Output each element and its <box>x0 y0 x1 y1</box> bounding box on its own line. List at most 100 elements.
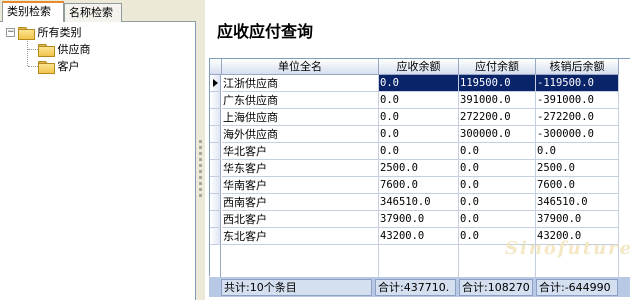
splitter-grip <box>199 158 202 161</box>
search-tabs: 类别检索 名称检索 <box>0 0 196 22</box>
cell-company[interactable]: 西北客户 <box>222 211 379 228</box>
table-row[interactable]: 华北客户 0.0 0.0 0.0 <box>222 143 630 160</box>
row-indicator[interactable] <box>210 109 221 126</box>
pane-splitter[interactable] <box>197 0 205 300</box>
splitter-grip <box>199 146 202 149</box>
folder-icon <box>38 61 55 74</box>
brand-watermark: Sinofuture <box>505 238 630 259</box>
cell-company[interactable]: 西南客户 <box>222 194 379 211</box>
row-indicator[interactable] <box>210 92 221 109</box>
receivable-total: 合计:437710. <box>375 279 456 296</box>
tab-category-search[interactable]: 类别检索 <box>2 1 64 22</box>
cell-payable[interactable]: 0.0 <box>459 177 536 194</box>
splitter-grip <box>199 188 202 191</box>
column-header-receivable[interactable]: 应收余额 <box>379 59 459 75</box>
cell-payable[interactable]: 300000.0 <box>459 126 536 143</box>
folder-icon <box>18 27 35 40</box>
table-row[interactable]: 江浙供应商 0.0 119500.0 -119500.0 <box>222 75 630 92</box>
cell-company[interactable]: 海外供应商 <box>222 126 379 143</box>
cell-balance[interactable]: -272200.0 <box>536 109 619 126</box>
current-row-arrow-icon <box>213 79 218 87</box>
tree-node-label: 供应商 <box>57 43 91 56</box>
cell-receivable[interactable]: 0.0 <box>379 143 459 160</box>
tree-line <box>28 49 38 50</box>
table-row[interactable]: 海外供应商 0.0 300000.0 -300000.0 <box>222 126 630 143</box>
row-indicator[interactable] <box>210 211 221 228</box>
cell-company[interactable]: 华东客户 <box>222 160 379 177</box>
row-indicator-filler <box>210 245 221 277</box>
tree-node-label: 所有类别 <box>37 26 82 39</box>
column-divider <box>378 245 379 277</box>
tree-node-customers[interactable]: 客户 <box>38 58 80 75</box>
cell-company[interactable]: 江浙供应商 <box>222 75 379 92</box>
cell-balance[interactable]: -300000.0 <box>536 126 619 143</box>
table-row[interactable]: 华南客户 7600.0 0.0 7600.0 <box>222 177 630 194</box>
cell-payable[interactable]: 0.0 <box>459 160 536 177</box>
row-indicator[interactable] <box>210 177 221 194</box>
table-row[interactable]: 广东供应商 0.0 391000.0 -391000.0 <box>222 92 630 109</box>
splitter-grip <box>199 194 202 197</box>
cell-company[interactable]: 上海供应商 <box>222 109 379 126</box>
row-indicator[interactable] <box>210 143 221 160</box>
cell-payable[interactable]: 391000.0 <box>459 92 536 109</box>
column-header-company[interactable]: 单位全名 <box>222 59 379 75</box>
cell-receivable[interactable]: 2500.0 <box>379 160 459 177</box>
cell-company[interactable]: 广东供应商 <box>222 92 379 109</box>
cell-receivable[interactable]: 7600.0 <box>379 177 459 194</box>
cell-payable[interactable]: 0.0 <box>459 211 536 228</box>
cell-balance[interactable]: 7600.0 <box>536 177 619 194</box>
tree-line <box>27 39 28 66</box>
cell-company[interactable]: 东北客户 <box>222 228 379 245</box>
column-header-payable[interactable]: 应付余额 <box>459 59 536 75</box>
summary-bar: 共计:10个条目 合计:437710. 合计:108270 合计:-644990 <box>209 277 630 297</box>
cell-balance[interactable]: 346510.0 <box>536 194 619 211</box>
tab-name-search[interactable]: 名称检索 <box>64 3 122 22</box>
cell-receivable[interactable]: 37900.0 <box>379 211 459 228</box>
cell-company[interactable]: 华北客户 <box>222 143 379 160</box>
cell-balance[interactable]: 37900.0 <box>536 211 619 228</box>
splitter-grip <box>199 182 202 185</box>
cell-payable[interactable]: 0.0 <box>459 143 536 160</box>
cell-balance[interactable]: 0.0 <box>536 143 619 160</box>
cell-receivable[interactable]: 0.0 <box>379 126 459 143</box>
column-header-balance[interactable]: 核销后余额 <box>536 59 619 75</box>
cell-receivable[interactable]: 0.0 <box>379 92 459 109</box>
balance-total: 合计:-644990 <box>536 279 618 296</box>
row-indicator[interactable] <box>210 75 221 92</box>
cell-payable[interactable]: 0.0 <box>459 194 536 211</box>
row-indicator[interactable] <box>210 160 221 177</box>
table-row[interactable]: 上海供应商 0.0 272200.0 -272200.0 <box>222 109 630 126</box>
tree-node-all-categories[interactable]: 所有类别 <box>18 24 82 41</box>
page-title: 应收应付查询 <box>217 22 314 41</box>
row-count: 共计:10个条目 <box>221 279 372 296</box>
splitter-grip <box>199 164 202 167</box>
row-indicator[interactable] <box>210 126 221 143</box>
cell-company[interactable]: 华南客户 <box>222 177 379 194</box>
cell-balance[interactable]: -119500.0 <box>536 75 619 92</box>
column-divider <box>458 245 459 277</box>
splitter-grip <box>199 140 202 143</box>
row-indicator[interactable] <box>210 228 221 245</box>
table-row[interactable]: 西南客户 346510.0 0.0 346510.0 <box>222 194 630 211</box>
splitter-grip <box>199 152 202 155</box>
tree-line <box>28 66 38 67</box>
row-indicator-header <box>210 59 222 75</box>
cell-payable[interactable]: 272200.0 <box>459 109 536 126</box>
table-row[interactable]: 西北客户 37900.0 0.0 37900.0 <box>222 211 630 228</box>
collapse-toggle[interactable]: − <box>6 28 15 37</box>
category-pane: 类别检索 名称检索 − 所有类别 供应商 客户 <box>0 0 196 300</box>
splitter-grip <box>199 170 202 173</box>
category-tree <box>0 23 195 300</box>
cell-receivable[interactable]: 0.0 <box>379 109 459 126</box>
tree-node-suppliers[interactable]: 供应商 <box>38 41 91 58</box>
cell-receivable[interactable]: 43200.0 <box>379 228 459 245</box>
cell-balance[interactable]: -391000.0 <box>536 92 619 109</box>
tree-node-label: 客户 <box>57 60 80 73</box>
cell-balance[interactable]: 2500.0 <box>536 160 619 177</box>
cell-payable[interactable]: 119500.0 <box>459 75 536 92</box>
cell-receivable[interactable]: 0.0 <box>379 75 459 92</box>
table-row[interactable]: 华东客户 2500.0 0.0 2500.0 <box>222 160 630 177</box>
cell-receivable[interactable]: 346510.0 <box>379 194 459 211</box>
splitter-grip <box>199 176 202 179</box>
row-indicator[interactable] <box>210 194 221 211</box>
